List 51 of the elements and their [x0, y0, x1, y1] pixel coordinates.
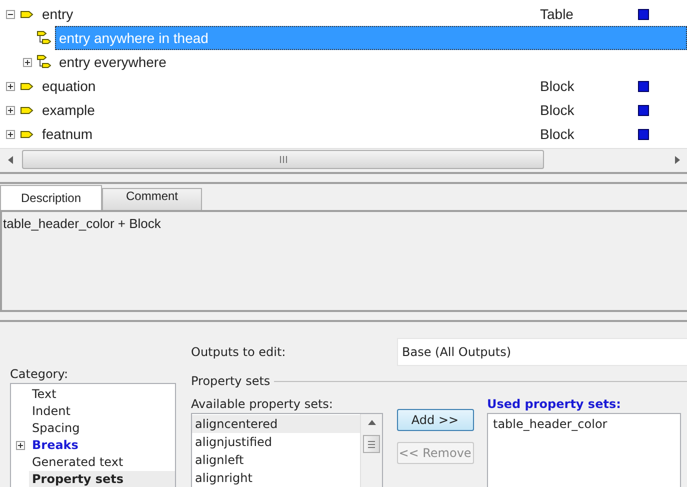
category-item[interactable]: Generated text: [29, 454, 175, 471]
tree-item[interactable]: entry everywhere: [55, 50, 687, 74]
plus-box-icon[interactable]: [22, 58, 32, 66]
category-item[interactable]: Breaks: [29, 437, 175, 454]
color-swatch-icon: [638, 80, 649, 92]
available-label: Available property sets:: [191, 397, 334, 411]
tree-item[interactable]: featnum: [38, 122, 540, 146]
list-item[interactable]: aligncentered: [192, 415, 360, 433]
tree-item[interactable]: equation: [38, 74, 540, 98]
type-label: Table: [540, 6, 574, 22]
color-swatch-icon: [638, 104, 649, 116]
description-text: table_header_color + Block: [3, 216, 161, 231]
plus-box-icon[interactable]: [6, 130, 14, 138]
category-label: Category:: [10, 367, 69, 381]
tag-icon: [20, 130, 34, 138]
color-swatch-icon: [638, 128, 649, 140]
list-item[interactable]: alignright: [192, 469, 360, 487]
minus-box-icon[interactable]: [6, 10, 14, 18]
up-arrow-icon[interactable]: [368, 420, 376, 425]
plus-box-icon[interactable]: [16, 441, 24, 450]
outputs-dropdown[interactable]: Base (All Outputs): [397, 338, 687, 366]
outputs-label: Outputs to edit:: [191, 344, 287, 358]
plus-box-icon[interactable]: [6, 82, 14, 90]
tag-hierarchy-icon: [37, 55, 51, 69]
used-label: Used property sets:: [487, 397, 622, 411]
tab[interactable]: Comment: [102, 188, 202, 210]
group-title: Property sets: [191, 374, 270, 388]
color-swatch-icon: [638, 8, 649, 20]
scrollbar-thumb[interactable]: [22, 150, 544, 169]
type-label: Block: [540, 102, 576, 118]
list-item[interactable]: table_header_color: [490, 415, 680, 433]
plus-box-icon[interactable]: [6, 106, 14, 114]
tree-item[interactable]: example: [38, 98, 540, 122]
tag-icon: [20, 82, 34, 90]
type-label: Block: [540, 78, 576, 94]
tab[interactable]: Description: [0, 185, 102, 210]
tree-item[interactable]: entry: [38, 2, 540, 26]
scrollbar-thumb[interactable]: [363, 435, 380, 453]
list-button[interactable]: Add >>: [396, 409, 474, 431]
list-item[interactable]: alignjustified: [192, 433, 360, 451]
tag-icon: [20, 10, 34, 18]
category-item[interactable]: Indent: [29, 403, 175, 420]
left-arrow-icon[interactable]: [8, 156, 12, 164]
tag-hierarchy-icon: [37, 31, 51, 45]
right-arrow-icon[interactable]: [674, 156, 680, 164]
tag-icon: [20, 106, 34, 114]
category-item[interactable]: Property sets: [29, 471, 175, 487]
category-item[interactable]: Text: [29, 386, 175, 403]
category-item[interactable]: Spacing: [29, 420, 175, 437]
list-item[interactable]: alignleft: [192, 451, 360, 469]
type-label: Block: [540, 126, 576, 142]
